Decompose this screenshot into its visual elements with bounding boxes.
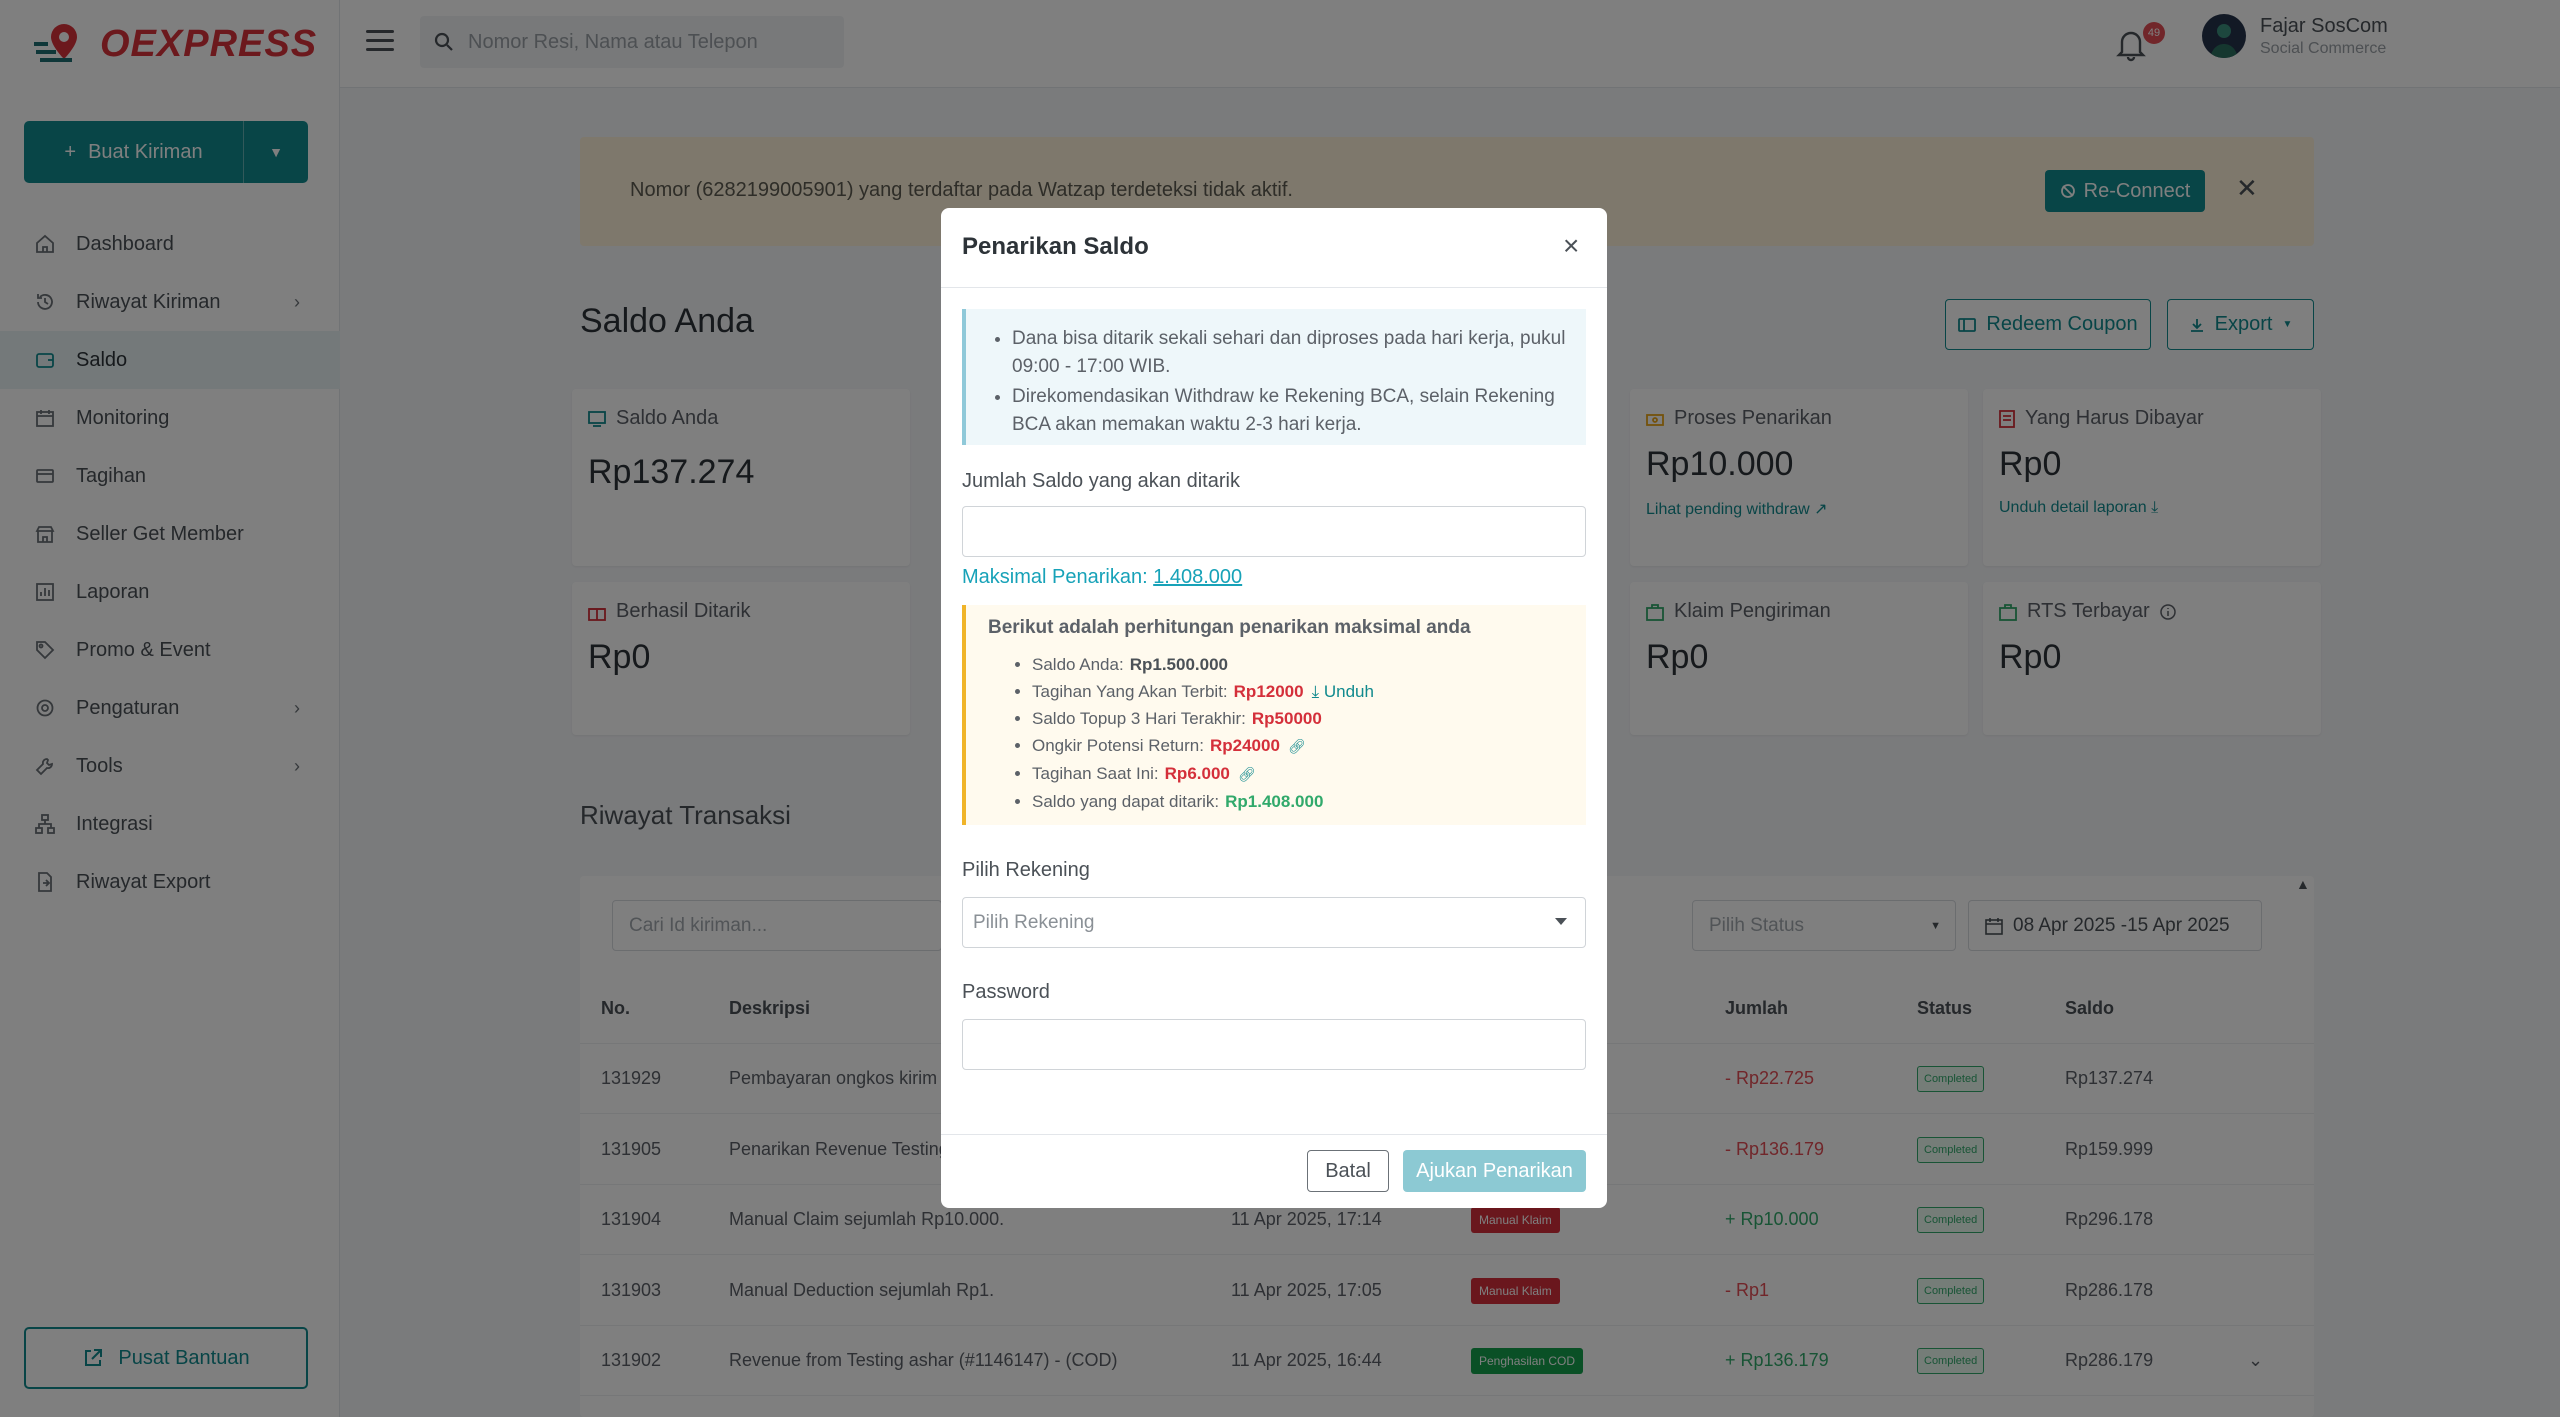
calculation-value: Rp12000	[1233, 682, 1304, 701]
max-withdraw-link[interactable]: 1.408.000	[1153, 566, 1242, 588]
modal-header: Penarikan Saldo ×	[941, 208, 1607, 288]
link-icon[interactable]: 🔗︎	[1288, 738, 1306, 754]
download-link[interactable]: ⤓ Unduh	[1312, 682, 1374, 701]
info-item: Dana bisa ditarik sekali sehari dan dipr…	[1012, 325, 1570, 381]
link-icon[interactable]: 🔗︎	[1238, 766, 1256, 782]
withdraw-info-box: Dana bisa ditarik sekali sehari dan dipr…	[962, 309, 1586, 445]
modal-footer: Batal Ajukan Penarikan	[941, 1134, 1607, 1208]
amount-input[interactable]	[962, 506, 1586, 557]
account-select[interactable]: Pilih Rekening	[962, 897, 1586, 948]
max-withdraw-text: Maksimal Penarikan: 1.408.000	[962, 566, 1243, 588]
calculation-value: Rp50000	[1251, 709, 1322, 728]
calculation-item: Tagihan Yang Akan Terbit:Rp12000⤓ Unduh	[1032, 678, 1566, 705]
account-placeholder: Pilih Rekening	[973, 912, 1095, 933]
calculation-value: Rp1.408.000	[1225, 792, 1324, 811]
withdraw-modal: Penarikan Saldo × Dana bisa ditarik seka…	[941, 208, 1607, 1208]
calculation-value: Rp6.000	[1164, 764, 1230, 783]
password-input[interactable]	[962, 1019, 1586, 1070]
calculation-box: Berikut adalah perhitungan penarikan mak…	[962, 605, 1586, 825]
submit-withdraw-button[interactable]: Ajukan Penarikan	[1403, 1150, 1586, 1192]
calculation-value: Rp24000	[1209, 736, 1280, 755]
calculation-item: Saldo Topup 3 Hari Terakhir:Rp50000	[1032, 705, 1566, 732]
calculation-value: Rp1.500.000	[1129, 655, 1228, 674]
account-label: Pilih Rekening	[962, 859, 1090, 881]
modal-title: Penarikan Saldo	[962, 233, 1149, 260]
info-item: Direkomendasikan Withdraw ke Rekening BC…	[1012, 383, 1570, 439]
calculation-item: Saldo Anda:Rp1.500.000	[1032, 651, 1566, 678]
password-label: Password	[962, 981, 1050, 1003]
calculation-item: Saldo yang dapat ditarik:Rp1.408.000	[1032, 788, 1566, 815]
amount-label: Jumlah Saldo yang akan ditarik	[962, 470, 1240, 492]
download-icon: ⤓	[1311, 682, 1324, 701]
cancel-button[interactable]: Batal	[1307, 1150, 1389, 1192]
calculation-item: Tagihan Saat Ini:Rp6.000🔗︎	[1032, 760, 1566, 788]
close-icon[interactable]: ×	[1563, 230, 1579, 262]
calculation-title: Berikut adalah perhitungan penarikan mak…	[988, 617, 1471, 638]
caret-down-icon	[1555, 918, 1567, 925]
calculation-item: Ongkir Potensi Return:Rp24000🔗︎	[1032, 732, 1566, 760]
